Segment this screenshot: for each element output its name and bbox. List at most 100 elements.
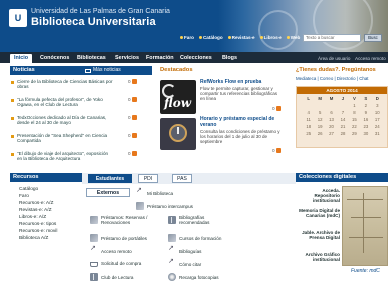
more-news-link[interactable]: Más noticias xyxy=(85,66,121,75)
tab-externos[interactable]: Externos xyxy=(86,188,130,197)
collection-link[interactable]: Memoria Digital de Canarias (mdC) xyxy=(296,208,340,218)
top-link-catalogo[interactable]: Catálogo xyxy=(198,35,223,40)
calendar-day[interactable]: 22 xyxy=(349,124,360,130)
recurso-link[interactable]: Biblioteca A/Z xyxy=(19,235,57,242)
calendar-day[interactable]: 29 xyxy=(349,131,360,137)
tab-conocenos[interactable]: Conócenos xyxy=(40,54,69,63)
remote-access-link[interactable]: Acceso remoto xyxy=(355,54,386,63)
list-item[interactable]: "La fórmula pefecta del profesor", de Yo… xyxy=(10,97,152,115)
top-link-web[interactable]: Web xyxy=(286,35,300,40)
ask-us-links[interactable]: Mediateca | Correo | Directorio | Chat xyxy=(296,76,368,81)
tab-pdi[interactable]: PDI xyxy=(138,174,158,183)
service-link[interactable]: Mi Biblioteca xyxy=(136,188,173,197)
calendar-day[interactable]: 6 xyxy=(326,110,337,116)
top-link-libros[interactable]: Libros-e xyxy=(259,35,282,40)
calendar-day[interactable]: 27 xyxy=(326,131,337,137)
rss-link[interactable]: 0 xyxy=(272,148,281,153)
news-title[interactable]: TedxOcciones dedicado al Día de Canarias… xyxy=(17,115,113,126)
recurso-link[interactable]: Revistas-e: A/Z xyxy=(19,207,57,214)
tab-inicio[interactable]: Inicio xyxy=(10,54,33,63)
recurso-link[interactable]: Recursos-e: A/Z xyxy=(19,200,57,207)
news-title[interactable]: Cierre de la Biblioteca de Ciencias Bási… xyxy=(17,79,113,90)
calendar-day[interactable]: 21 xyxy=(337,124,348,130)
rss-link[interactable]: 0 xyxy=(128,151,137,156)
calendar-day[interactable]: 12 xyxy=(314,117,325,123)
tab-servicios[interactable]: Servicios xyxy=(115,54,139,63)
flow-promo-image[interactable]: flow xyxy=(160,80,196,114)
rss-link[interactable]: 0 xyxy=(128,115,137,120)
collection-link[interactable]: Archivo Gráfico institucional xyxy=(296,252,340,262)
calendar-day[interactable]: 13 xyxy=(326,117,337,123)
service-link[interactable]: Préstamos: Reservas / Renovaciones xyxy=(90,215,151,225)
ask-us-title[interactable]: ¿Tienes dudas?. Pregúntanos xyxy=(296,67,376,73)
service-link[interactable]: Bibliografías recomendadas xyxy=(168,215,223,225)
rss-link[interactable]: 0 xyxy=(272,106,281,111)
calendar-day[interactable]: 4 xyxy=(303,110,314,116)
service-link[interactable]: Préstamo intercampus xyxy=(136,202,193,210)
featured-title[interactable]: RefWorks Flow en prueba xyxy=(200,79,282,86)
news-title[interactable]: "La fórmula pefecta del profesor", de Yo… xyxy=(17,97,113,108)
rss-link[interactable]: 0 xyxy=(128,97,137,102)
list-item[interactable]: TedxOcciones dedicado al Día de Canarias… xyxy=(10,115,152,133)
calendar-day[interactable]: 16 xyxy=(360,117,371,123)
rss-link[interactable]: 0 xyxy=(128,79,137,84)
calendar-day[interactable]: 19 xyxy=(314,124,325,130)
recurso-link[interactable]: Libros-e: A/Z xyxy=(19,214,57,221)
calendar-day[interactable]: 25 xyxy=(303,131,314,137)
calendar-day[interactable]: 17 xyxy=(372,117,383,123)
news-title[interactable]: "El dibujo de viaje del arquitecto", exp… xyxy=(17,151,113,162)
calendar-day[interactable]: 9 xyxy=(360,110,371,116)
news-title[interactable]: Presentación de "Sea Shepherd" en Cienci… xyxy=(17,133,113,144)
calendar-day[interactable]: 7 xyxy=(337,110,348,116)
calendar-day[interactable]: 8 xyxy=(349,110,360,116)
historic-map-image[interactable] xyxy=(342,186,388,266)
service-link[interactable]: Acceso remoto xyxy=(90,246,132,255)
service-link[interactable]: Club de Lectura xyxy=(90,273,133,281)
calendar-day[interactable]: 11 xyxy=(303,117,314,123)
tab-bibliotecas[interactable]: Bibliotecas xyxy=(77,54,106,63)
calendar-day[interactable]: 26 xyxy=(314,131,325,137)
university-name[interactable]: Universidad de Las Palmas de Gran Canari… xyxy=(31,8,170,15)
calendar-day[interactable]: 20 xyxy=(326,124,337,130)
tab-formacion[interactable]: Formación xyxy=(146,54,174,63)
recurso-link[interactable]: Catálogo xyxy=(19,186,57,193)
service-link[interactable]: Préstamo de portátiles xyxy=(90,234,147,242)
featured-title[interactable]: Horario y préstamo especial de verano xyxy=(200,116,282,128)
service-link[interactable]: Recarga fotocopias xyxy=(168,273,223,281)
tab-pas[interactable]: PAS xyxy=(172,174,192,183)
calendar-day[interactable]: 18 xyxy=(303,124,314,130)
calendar-day[interactable]: 14 xyxy=(337,117,348,123)
recurso-link[interactable]: Recursos-e: movil xyxy=(19,228,57,235)
clock-promo-image[interactable] xyxy=(160,118,196,150)
recurso-link[interactable]: Recursos-e: tipos xyxy=(19,221,57,228)
tab-colecciones[interactable]: Colecciones xyxy=(180,54,212,63)
search-input[interactable]: Texto a buscar xyxy=(303,34,361,42)
calendar-day[interactable]: 31 xyxy=(372,131,383,137)
calendar-day[interactable]: 5 xyxy=(314,110,325,116)
library-name[interactable]: Biblioteca Universitaria xyxy=(31,16,156,28)
calendar-day[interactable]: 24 xyxy=(372,124,383,130)
calendar-day[interactable]: 30 xyxy=(360,131,371,137)
top-link-faro[interactable]: Faro xyxy=(180,35,194,40)
collection-link[interactable]: Jable. Archivo de Prensa Digital xyxy=(296,230,340,240)
list-item[interactable]: Presentación de "Sea Shepherd" en Cienci… xyxy=(10,133,152,151)
map-caption[interactable]: Fuente: mdC xyxy=(351,268,380,274)
list-item[interactable]: Cierre de la Biblioteca de Ciencias Bási… xyxy=(10,79,152,97)
tab-estudiantes[interactable]: Estudiantes xyxy=(88,174,132,183)
tab-blogs[interactable]: Blogs xyxy=(222,54,237,63)
collection-link[interactable]: Acceda. Repositorio institucional xyxy=(296,188,340,204)
calendar-day[interactable]: 23 xyxy=(360,124,371,130)
service-link[interactable]: Cómo citar xyxy=(168,259,201,268)
service-link[interactable]: Cursos de formación xyxy=(168,234,221,242)
calendar-day[interactable]: 3 xyxy=(372,103,383,109)
service-link[interactable]: Solicitud de compra xyxy=(90,260,141,267)
service-link[interactable]: Biblioguías xyxy=(168,246,201,255)
user-area-link[interactable]: Área de usuario xyxy=(318,54,350,63)
search-button[interactable]: Busc xyxy=(364,34,382,42)
calendar-day[interactable]: 2 xyxy=(360,103,371,109)
calendar-day[interactable]: 15 xyxy=(349,117,360,123)
calendar-day[interactable]: 28 xyxy=(337,131,348,137)
university-logo[interactable]: U xyxy=(9,9,27,27)
top-link-revistas[interactable]: Revistas-e xyxy=(227,35,255,40)
list-item[interactable]: "El dibujo de viaje del arquitecto", exp… xyxy=(10,151,152,169)
